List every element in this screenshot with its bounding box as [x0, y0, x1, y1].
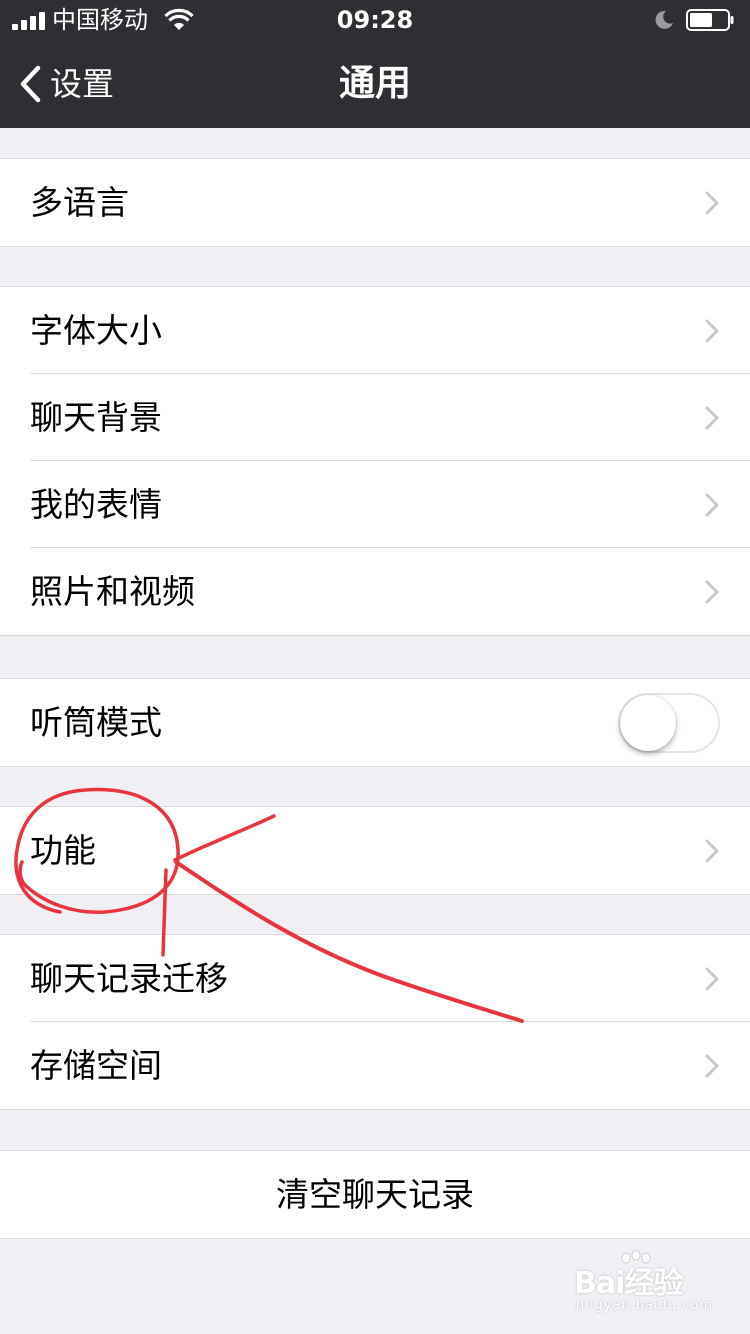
font-size-row[interactable]: 字体大小: [0, 287, 750, 374]
settings-group-display: 字体大小 聊天背景 我的表情 照片和视频: [0, 286, 750, 636]
features-row[interactable]: 功能: [0, 807, 750, 894]
chat-background-row[interactable]: 聊天背景: [0, 373, 750, 461]
clear-chat-history-label: 清空聊天记录: [276, 1175, 474, 1214]
features-label: 功能: [30, 831, 96, 870]
chat-history-migration-row[interactable]: 聊天记录迁移: [0, 935, 750, 1022]
earpiece-mode-row: 听筒模式: [0, 679, 750, 766]
chevron-right-icon: [705, 580, 719, 604]
earpiece-mode-toggle[interactable]: [618, 693, 720, 753]
settings-group-audio: 听筒模式: [0, 678, 750, 767]
watermark-brand: Bai经验: [574, 1266, 683, 1301]
clear-chat-history-button[interactable]: 清空聊天记录: [0, 1151, 750, 1238]
chevron-right-icon: [705, 839, 719, 863]
settings-group-clear: 清空聊天记录: [0, 1150, 750, 1239]
earpiece-mode-label: 听筒模式: [30, 703, 162, 742]
settings-group-features: 功能: [0, 806, 750, 895]
status-bar: 中国移动 09:28: [0, 0, 750, 40]
battery-icon: [686, 9, 734, 31]
status-time: 09:28: [336, 6, 414, 34]
do-not-disturb-icon: [655, 10, 673, 29]
baidu-jingyan-watermark: Bai经验 jingyan.baidu.com: [574, 1250, 734, 1322]
font-size-label: 字体大小: [30, 311, 162, 350]
photos-videos-row[interactable]: 照片和视频: [0, 547, 750, 635]
multilanguage-label: 多语言: [30, 183, 129, 222]
watermark-url: jingyan.baidu.com: [576, 1298, 713, 1313]
chevron-right-icon: [705, 1054, 719, 1078]
chevron-right-icon: [705, 319, 719, 343]
navigation-bar: 设置 通用: [0, 40, 750, 128]
chat-history-migration-label: 聊天记录迁移: [30, 959, 228, 998]
settings-group-language: 多语言: [0, 158, 750, 247]
photos-videos-label: 照片和视频: [30, 572, 195, 611]
my-stickers-row[interactable]: 我的表情: [0, 460, 750, 548]
chevron-right-icon: [705, 493, 719, 517]
settings-group-storage: 聊天记录迁移 存储空间: [0, 934, 750, 1110]
chat-background-label: 聊天背景: [30, 398, 162, 437]
multilanguage-row[interactable]: 多语言: [0, 159, 750, 246]
toggle-knob: [620, 695, 676, 751]
chevron-right-icon: [705, 967, 719, 991]
my-stickers-label: 我的表情: [30, 485, 162, 524]
storage-row[interactable]: 存储空间: [0, 1021, 750, 1109]
storage-label: 存储空间: [30, 1046, 162, 1085]
chevron-right-icon: [705, 191, 719, 215]
chevron-right-icon: [705, 406, 719, 430]
page-title: 通用: [338, 63, 411, 104]
